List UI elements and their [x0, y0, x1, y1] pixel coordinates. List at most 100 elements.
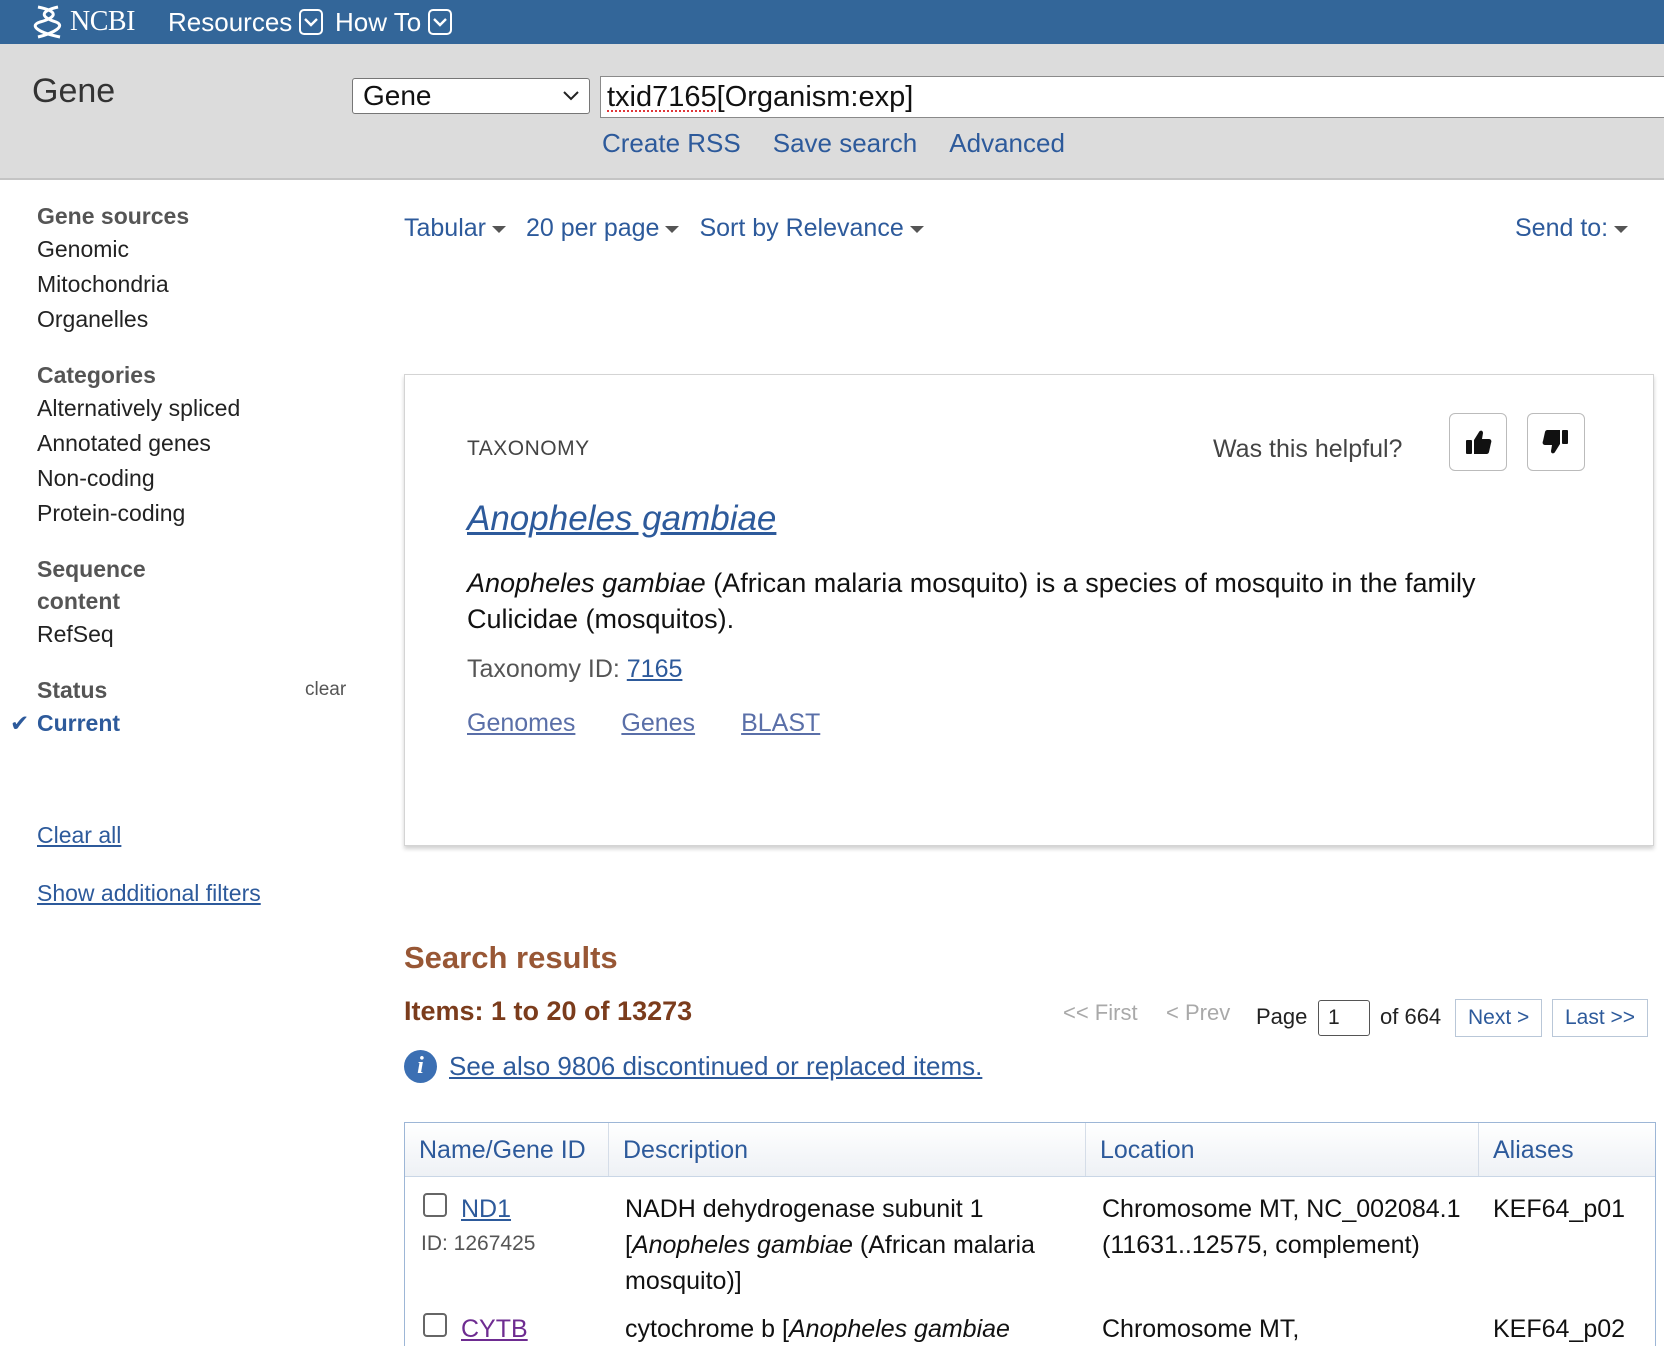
genes-link[interactable]: Genes	[621, 709, 695, 738]
filter-mitochondria[interactable]: Mitochondria	[37, 267, 357, 302]
card-label: TAXONOMY	[467, 437, 590, 460]
taxonomy-id: Taxonomy ID: 7165	[467, 655, 682, 684]
description-cell: cytochrome b [Anopheles gambiae	[609, 1311, 1086, 1346]
filter-group-status: Status clear ✔ Current	[10, 674, 357, 741]
last-page-button[interactable]: Last >>	[1552, 999, 1649, 1037]
format-menu[interactable]: Tabular	[404, 214, 506, 243]
column-header-name[interactable]: Name/Gene ID	[405, 1123, 609, 1176]
checkmark-icon: ✔	[10, 710, 30, 736]
status-clear-link[interactable]: clear	[305, 674, 346, 706]
blast-link[interactable]: BLAST	[741, 709, 820, 738]
results-title: Search results	[404, 940, 618, 975]
taxonomy-id-link[interactable]: 7165	[627, 655, 683, 683]
prev-label: < Prev	[1166, 1000, 1231, 1025]
thumbs-down-icon	[1542, 430, 1568, 454]
ncbi-helix-icon	[33, 5, 62, 39]
page-number-input[interactable]: 1	[1318, 1000, 1370, 1036]
taxonomy-links: Genomes Genes BLAST	[467, 709, 820, 738]
per-page-menu[interactable]: 20 per page	[526, 214, 680, 243]
display-settings: Tabular 20 per page Sort by Relevance	[404, 214, 924, 243]
next-page-button[interactable]: Next >	[1455, 999, 1543, 1037]
see-also-notice: i See also 9806 discontinued or replaced…	[404, 1050, 982, 1083]
filter-group-sequence-content: Sequence content RefSeq	[37, 553, 357, 652]
prev-page-link: < Prev	[1166, 1000, 1230, 1026]
search-term-rest: [Organism:exp]	[716, 81, 914, 113]
taxonomy-card: TAXONOMY Was this helpful? Anopheles gam…	[404, 374, 1654, 846]
caret-down-icon	[1614, 225, 1629, 233]
table-row: ND1 ID: 1267425 NADH dehydrogenase subun…	[405, 1177, 1655, 1303]
filter-alternatively-spliced[interactable]: Alternatively spliced	[37, 391, 357, 426]
column-header-description[interactable]: Description	[609, 1123, 1086, 1176]
per-page-label: 20 per page	[526, 214, 660, 242]
advanced-search-link[interactable]: Advanced	[949, 128, 1065, 159]
filter-genomic[interactable]: Genomic	[37, 232, 357, 267]
chevron-down-icon	[428, 9, 453, 35]
caret-down-icon	[665, 225, 680, 233]
resources-menu[interactable]: Resources	[168, 4, 324, 40]
filter-heading: Categories	[37, 362, 156, 388]
thumbs-up-button[interactable]	[1449, 413, 1507, 471]
table-row: CYTB cytochrome b [Anopheles gambiae Chr…	[405, 1303, 1655, 1346]
chevron-down-icon	[563, 91, 579, 101]
caret-down-icon	[492, 225, 506, 233]
send-to-label: Send to:	[1515, 214, 1609, 242]
helpful-prompt: Was this helpful?	[1213, 435, 1403, 463]
column-header-location[interactable]: Location	[1086, 1123, 1479, 1176]
location-cell: Chromosome MT,	[1102, 1315, 1300, 1343]
species-name: Anopheles gambiae	[788, 1315, 1010, 1343]
results-table: Name/Gene ID Description Location Aliase…	[404, 1122, 1656, 1346]
search-input[interactable]: txid7165[Organism:exp]	[600, 76, 1664, 118]
filter-annotated-genes[interactable]: Annotated genes	[37, 426, 357, 461]
page-total: of 664	[1380, 1004, 1442, 1029]
ncbi-logo[interactable]: NCBI	[32, 2, 135, 42]
filter-current[interactable]: ✔ Current	[10, 706, 357, 741]
genomes-link[interactable]: Genomes	[467, 709, 575, 738]
filter-heading: Sequence content	[37, 556, 146, 614]
create-rss-link[interactable]: Create RSS	[602, 128, 741, 159]
items-count: Items: 1 to 20 of 13273	[404, 996, 693, 1026]
send-to-menu[interactable]: Send to:	[1515, 214, 1629, 243]
filter-protein-coding[interactable]: Protein-coding	[37, 496, 357, 531]
save-search-link[interactable]: Save search	[773, 128, 918, 159]
species-name: Anopheles gambiae	[631, 1231, 853, 1259]
filter-organelles[interactable]: Organelles	[37, 302, 357, 337]
clear-all-link[interactable]: Clear all	[37, 822, 121, 849]
sort-menu[interactable]: Sort by Relevance	[699, 214, 924, 243]
gene-name-link[interactable]: CYTB	[461, 1311, 609, 1346]
row-checkbox[interactable]	[423, 1313, 447, 1337]
table-header: Name/Gene ID Description Location Aliase…	[405, 1123, 1655, 1177]
row-checkbox[interactable]	[423, 1193, 447, 1217]
database-title: Gene	[32, 72, 116, 110]
info-icon: i	[404, 1050, 437, 1083]
chevron-down-icon	[299, 9, 324, 35]
search-links: Create RSS Save search Advanced	[602, 128, 1065, 159]
description-text: cytochrome b [	[625, 1315, 789, 1343]
top-bar: NCBI Resources How To	[0, 0, 1664, 44]
sort-label: Sort by Relevance	[699, 214, 904, 242]
howto-menu[interactable]: How To	[335, 4, 453, 40]
see-also-link[interactable]: See also 9806 discontinued or replaced i…	[449, 1051, 982, 1082]
show-additional-filters-link[interactable]: Show additional filters	[37, 880, 261, 907]
filter-non-coding[interactable]: Non-coding	[37, 461, 357, 496]
ncbi-logo-text: NCBI	[70, 6, 135, 37]
page-label: Page	[1256, 1004, 1308, 1029]
gene-id: ID: 1267425	[421, 1232, 536, 1255]
column-header-aliases[interactable]: Aliases	[1479, 1123, 1654, 1176]
taxonomy-description: Anopheles gambiae (African malaria mosqu…	[467, 565, 1587, 637]
aliases-cell: KEF64_p01	[1493, 1195, 1626, 1223]
database-select[interactable]: Gene	[352, 78, 590, 114]
first-page-link: << First	[1063, 1000, 1138, 1026]
gene-name-link[interactable]: ND1	[461, 1191, 609, 1227]
filter-refseq[interactable]: RefSeq	[37, 617, 357, 652]
species-name: Anopheles gambiae	[467, 568, 706, 598]
location-cell: Chromosome MT, NC_002084.1 (11631..12575…	[1102, 1195, 1461, 1259]
filter-current-label: Current	[37, 710, 121, 736]
thumbs-down-button[interactable]	[1527, 413, 1585, 471]
resources-label: Resources	[168, 6, 293, 37]
filter-group-categories: Categories Alternatively spliced Annotat…	[37, 359, 357, 531]
filter-group-gene-sources: Gene sources Genomic Mitochondria Organe…	[37, 200, 357, 337]
taxonomy-id-label: Taxonomy ID:	[467, 655, 627, 683]
thumbs-up-icon	[1466, 430, 1492, 454]
taxonomy-title-link[interactable]: Anopheles gambiae	[467, 499, 776, 539]
caret-down-icon	[909, 225, 924, 233]
